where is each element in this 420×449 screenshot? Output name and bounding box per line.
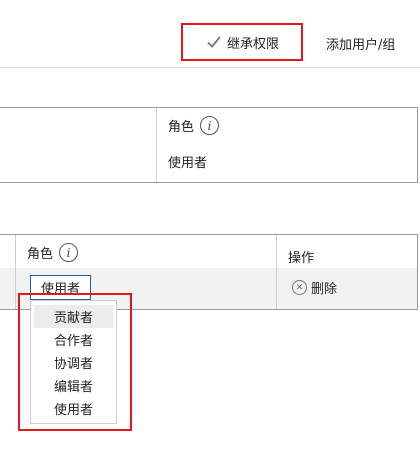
dropdown-option-editor[interactable]: 编辑者 — [31, 374, 116, 397]
dropdown-option-collaborator[interactable]: 合作者 — [31, 328, 116, 351]
role-header-label: 角色 — [168, 120, 195, 135]
role-column-header: 角色 i — [27, 243, 79, 262]
role-cell: 使用者 — [168, 156, 208, 171]
add-user-group-button[interactable]: 添加用户/组 — [326, 34, 395, 53]
inherit-permissions-button[interactable]: 继承权限 — [181, 23, 303, 61]
column-divider — [156, 108, 157, 182]
inherited-permissions-table: 角色 i 使用者 — [0, 107, 418, 183]
info-icon[interactable]: i — [200, 116, 220, 135]
delete-button[interactable]: ✕ 删除 — [292, 278, 337, 297]
dropdown-option-contributor[interactable]: 贡献者 — [34, 305, 113, 328]
role-dropdown-menu: 贡献者 合作者 协调者 编辑者 使用者 — [30, 300, 117, 424]
dropdown-option-user[interactable]: 使用者 — [31, 397, 116, 420]
column-divider — [15, 235, 16, 309]
dropdown-option-coordinator[interactable]: 协调者 — [31, 351, 116, 374]
delete-label: 删除 — [311, 282, 338, 297]
operations-column-header: 操作 — [288, 251, 315, 266]
check-icon — [207, 36, 221, 48]
role-header-label: 角色 — [27, 247, 54, 262]
info-icon[interactable]: i — [59, 243, 79, 262]
role-column-header: 角色 i — [168, 116, 220, 135]
toolbar: 继承权限 添加用户/组 — [0, 0, 420, 68]
inherit-permissions-label: 继承权限 — [226, 36, 279, 52]
column-divider — [276, 235, 277, 309]
close-circle-icon: ✕ — [292, 280, 307, 295]
